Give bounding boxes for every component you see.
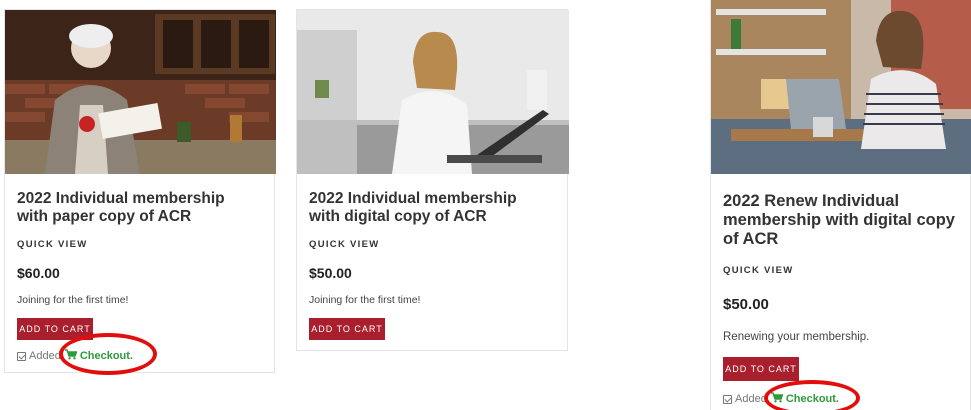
product-card: 2022 Individual membership with digital … [296, 9, 569, 351]
product-description: Renewing your membership. [723, 331, 870, 343]
cart-icon [64, 349, 78, 363]
cart-icon [770, 392, 784, 406]
checkout-link[interactable]: Checkout. [64, 349, 133, 363]
product-card: 2022 Individual membership with paper co… [4, 9, 276, 373]
added-to-cart-status: Added Checkout. [17, 349, 133, 363]
checkbox-icon [723, 394, 732, 404]
checkout-label: Checkout. [785, 393, 839, 405]
product-image[interactable] [5, 10, 276, 174]
product-title[interactable]: 2022 Renew Individual membership with di… [723, 192, 965, 249]
add-to-cart-button[interactable]: ADD TO CART [17, 318, 93, 340]
product-description: Joining for the first time! [17, 294, 129, 306]
added-to-cart-status: Added Checkout. [723, 392, 839, 406]
product-price: $60.00 [17, 265, 60, 281]
product-description: Joining for the first time! [309, 294, 421, 306]
product-image[interactable] [711, 0, 971, 174]
product-price: $50.00 [309, 265, 352, 281]
checkout-link[interactable]: Checkout. [770, 392, 839, 406]
product-title[interactable]: 2022 Individual membership with paper co… [17, 190, 257, 226]
added-label: Added [29, 350, 61, 362]
added-label: Added [735, 393, 767, 405]
product-price: $50.00 [723, 296, 769, 313]
checkout-label: Checkout. [79, 350, 133, 362]
quick-view-link[interactable]: QUICK VIEW [723, 265, 794, 276]
product-image[interactable] [297, 10, 569, 174]
add-to-cart-button[interactable]: ADD TO CART [723, 357, 799, 381]
quick-view-link[interactable]: QUICK VIEW [309, 239, 380, 250]
product-card: 2022 Renew Individual membership with di… [710, 0, 971, 410]
add-to-cart-button[interactable]: ADD TO CART [309, 318, 385, 340]
product-title[interactable]: 2022 Individual membership with digital … [309, 190, 549, 226]
quick-view-link[interactable]: QUICK VIEW [17, 239, 88, 250]
checkbox-icon [17, 351, 26, 361]
